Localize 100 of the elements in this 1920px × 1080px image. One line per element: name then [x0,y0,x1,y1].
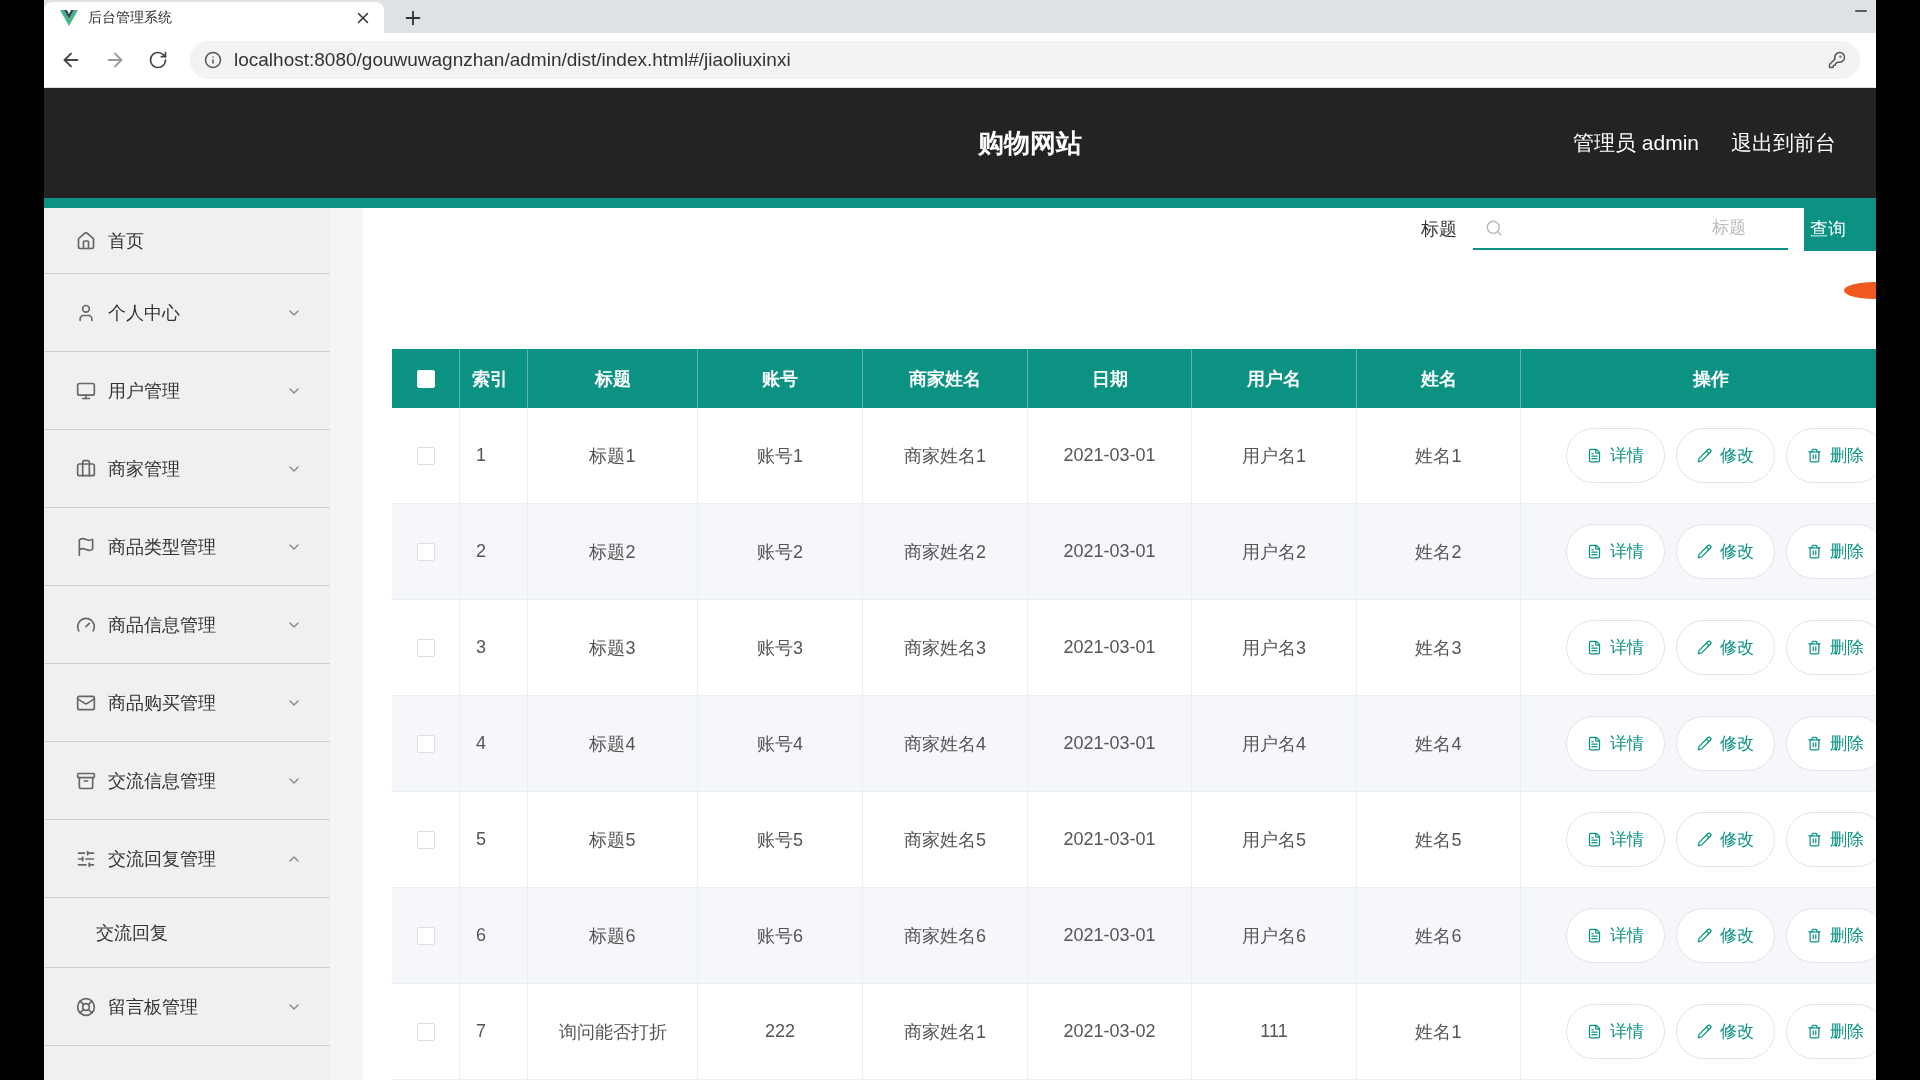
reload-icon[interactable] [148,50,168,70]
document-icon [1587,640,1602,655]
row-action-button[interactable]: 详情 [1566,524,1665,579]
row-action-button[interactable]: 修改 [1676,524,1775,579]
pencil-icon [1697,736,1712,751]
trash-icon [1807,544,1822,559]
checkbox[interactable] [416,638,435,657]
row-action-button[interactable]: 详情 [1566,812,1665,867]
table-cell: 2 [460,504,528,599]
document-icon [1587,832,1602,847]
table-cell: 商家姓名5 [863,792,1028,887]
row-action-button[interactable]: 删除 [1786,428,1876,483]
table-cell: 姓名6 [1357,888,1521,983]
table-cell: 1 [460,408,528,503]
row-action-button[interactable]: 删除 [1786,716,1876,771]
table-cell: 222 [698,984,863,1079]
row-action-button[interactable]: 修改 [1676,620,1775,675]
table-cell: 姓名3 [1357,600,1521,695]
table-cell: 2021-03-01 [1028,792,1192,887]
document-icon [1587,448,1602,463]
search-input[interactable]: 标题 [1511,217,1776,239]
table-cell: 账号5 [698,792,863,887]
row-action-button[interactable]: 删除 [1786,812,1876,867]
table-cell: 用户名2 [1192,504,1357,599]
document-icon [1587,544,1602,559]
key-icon[interactable] [1828,51,1846,69]
row-action-button[interactable]: 详情 [1566,716,1665,771]
table-cell: 商家姓名3 [863,600,1028,695]
trash-icon [1807,928,1822,943]
search-label: 标题 [1421,218,1457,241]
browser-tab[interactable]: 后台管理系统 [44,2,384,33]
checkbox[interactable] [416,1022,435,1041]
table-cell: 2021-03-02 [1028,984,1192,1079]
query-button[interactable]: 查询 [1804,208,1876,251]
row-action-button[interactable]: 详情 [1566,620,1665,675]
table-cell: 7 [460,984,528,1079]
table-cell: 账号1 [698,408,863,503]
menu-icon [76,848,96,869]
info-icon [204,51,222,69]
pencil-icon [1697,640,1712,655]
checkbox[interactable] [416,830,435,849]
trash-icon [1807,832,1822,847]
table-cell: 标题6 [528,888,698,983]
checkbox[interactable] [416,926,435,945]
user-label: 管理员 admin [1572,130,1699,156]
site-title: 购物网站 [978,126,1082,160]
menu-icon [76,302,96,323]
table-cell: 用户名6 [1192,888,1357,983]
table-cell: 姓名1 [1357,408,1521,503]
checkbox[interactable] [416,542,435,561]
table-cell: 用户名5 [1192,792,1357,887]
table-cell: 商家姓名1 [863,984,1028,1079]
row-action-button[interactable]: 修改 [1676,908,1775,963]
checkbox[interactable] [416,734,435,753]
table-cell: 标题2 [528,504,698,599]
table-cell: 姓名2 [1357,504,1521,599]
search-field[interactable]: 标题 [1473,208,1788,250]
row-action-button[interactable]: 修改 [1676,1004,1775,1059]
menu-icon [76,380,96,401]
address-bar[interactable]: localhost:8080/gouwuwagnzhan/admin/dist/index.html#/jiaoliuxinxi [190,41,1860,79]
table-cell: 用户名1 [1192,408,1357,503]
table-cell: 111 [1192,984,1357,1079]
table-cell: 账号3 [698,600,863,695]
row-action-button[interactable]: 删除 [1786,908,1876,963]
row-action-button[interactable]: 修改 [1676,716,1775,771]
menu-icon [76,536,96,557]
row-action-button[interactable]: 修改 [1676,812,1775,867]
pencil-icon [1697,448,1712,463]
trash-icon [1807,1024,1822,1039]
header-link[interactable]: 退出到前台 [1731,129,1836,157]
pencil-icon [1697,1024,1712,1039]
row-action-button[interactable]: 修改 [1676,428,1775,483]
table-cell: 3 [460,600,528,695]
pencil-icon [1697,832,1712,847]
search-icon [1485,219,1503,237]
document-icon [1587,1024,1602,1039]
trash-icon [1807,448,1822,463]
pencil-icon [1697,544,1712,559]
table-cell: 标题5 [528,792,698,887]
row-action-button[interactable]: 删除 [1786,1004,1876,1059]
table-cell: 2021-03-01 [1028,696,1192,791]
table-cell: 2021-03-01 [1028,504,1192,599]
table-cell: 账号4 [698,696,863,791]
trash-icon [1807,736,1822,751]
menu-icon [76,996,96,1017]
table-cell: 账号2 [698,504,863,599]
table-cell: 姓名5 [1357,792,1521,887]
table-cell: 用户名4 [1192,696,1357,791]
menu-icon [76,230,96,251]
table-cell: 2021-03-01 [1028,600,1192,695]
row-action-button[interactable]: 删除 [1786,620,1876,675]
pencil-icon [1697,928,1712,943]
checkbox[interactable] [416,446,435,465]
table-cell: 4 [460,696,528,791]
row-action-button[interactable]: 详情 [1566,1004,1665,1059]
trash-icon [1807,640,1822,655]
row-action-button[interactable]: 删除 [1786,524,1876,579]
table-cell: 商家姓名1 [863,408,1028,503]
row-action-button[interactable]: 详情 [1566,428,1665,483]
row-action-button[interactable]: 详情 [1566,908,1665,963]
